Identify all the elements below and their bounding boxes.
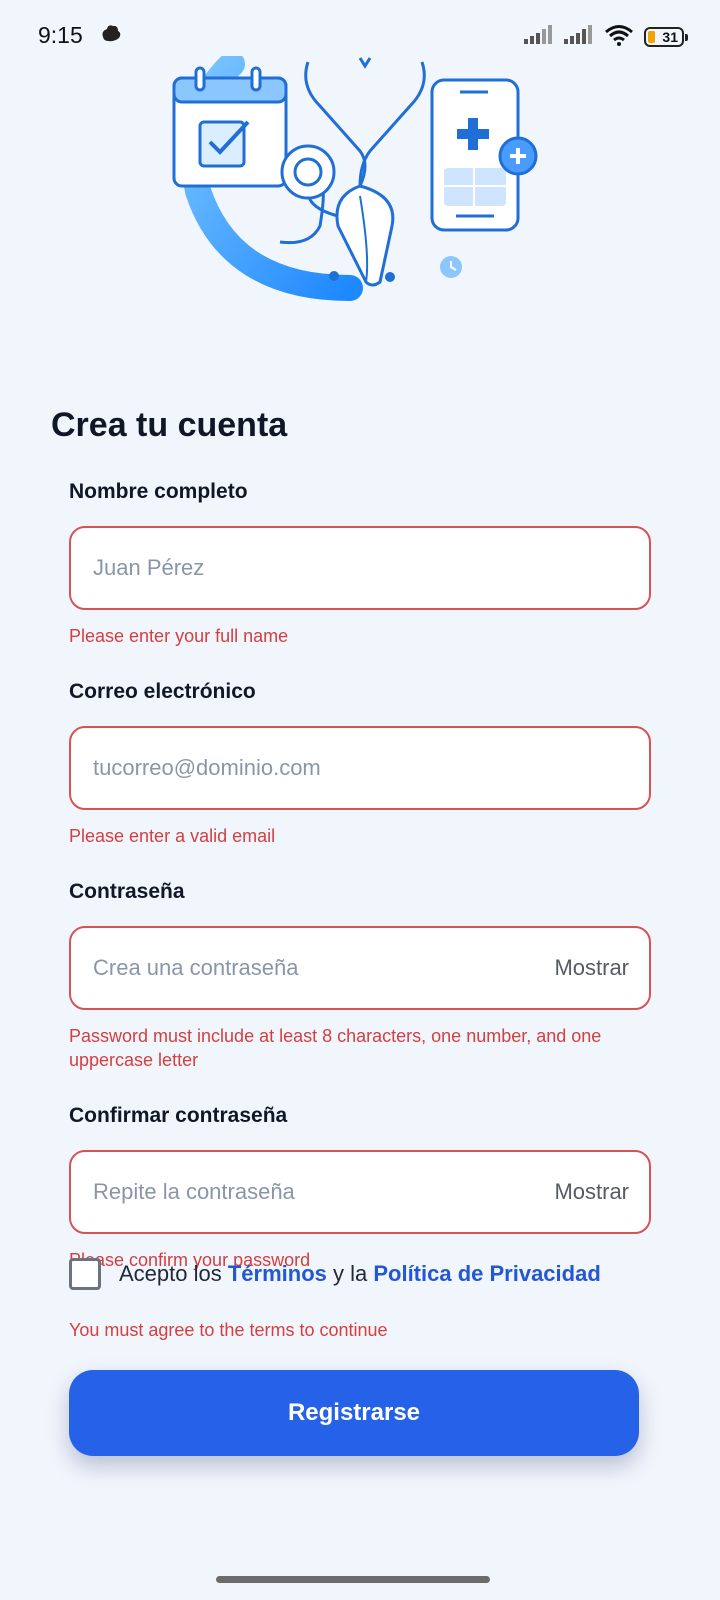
email-group: Correo electrónico Please enter a valid … xyxy=(69,678,651,848)
hero-illustration xyxy=(160,51,560,306)
terms-row: Acepto los Términos y la Política de Pri… xyxy=(69,1258,601,1290)
terms-text: Acepto los Términos y la Política de Pri… xyxy=(119,1261,601,1287)
terms-middle: y la xyxy=(326,1261,374,1286)
battery-icon: 31 xyxy=(644,27,688,47)
full-name-group: Nombre completo Please enter your full n… xyxy=(69,478,651,648)
medical-phone-icon xyxy=(430,78,538,232)
password-field-container: Mostrar xyxy=(69,926,651,1010)
register-form: Nombre completo Please enter your full n… xyxy=(69,478,651,1272)
home-indicator[interactable] xyxy=(216,1576,490,1583)
register-button[interactable]: Registrarse xyxy=(69,1370,639,1456)
confirm-password-group: Confirmar contraseña Mostrar Please conf… xyxy=(69,1102,651,1272)
confirm-password-label: Confirmar contraseña xyxy=(69,1104,288,1127)
email-label: Correo electrónico xyxy=(69,680,256,703)
status-icons: 31 xyxy=(524,24,688,51)
password-group: Contraseña Mostrar Password must include… xyxy=(69,878,651,1072)
full-name-label: Nombre completo xyxy=(69,480,248,503)
email-input[interactable] xyxy=(93,755,629,781)
terms-link[interactable]: Términos xyxy=(228,1261,327,1286)
password-input[interactable] xyxy=(93,955,555,981)
password-error: Password must include at least 8 charact… xyxy=(69,1026,602,1070)
page-title: Crea tu cuenta xyxy=(51,406,288,444)
password-show-toggle[interactable]: Mostrar xyxy=(554,955,629,981)
clock-icon xyxy=(440,256,462,278)
email-field-container xyxy=(69,726,651,810)
confirm-password-field-container: Mostrar xyxy=(69,1150,651,1234)
confirm-password-show-toggle[interactable]: Mostrar xyxy=(554,1179,629,1205)
terms-prefix: Acepto los xyxy=(119,1261,228,1286)
privacy-policy-link[interactable]: Política de Privacidad xyxy=(373,1261,600,1286)
email-error: Please enter a valid email xyxy=(69,826,276,846)
status-time: 9:15 xyxy=(38,22,83,48)
app-notification-icon xyxy=(99,23,123,50)
signal-icon xyxy=(524,24,554,50)
terms-checkbox[interactable] xyxy=(69,1258,101,1290)
calendar-check-icon xyxy=(172,66,288,188)
password-label: Contraseña xyxy=(69,880,185,903)
battery-level: 31 xyxy=(662,29,678,45)
confirm-password-input[interactable] xyxy=(93,1179,555,1205)
signal-icon xyxy=(564,24,594,50)
terms-error: You must agree to the terms to continue xyxy=(69,1320,388,1340)
wifi-icon xyxy=(604,24,634,51)
stethoscope-icon xyxy=(279,57,426,287)
full-name-input[interactable] xyxy=(93,555,629,581)
full-name-error: Please enter your full name xyxy=(69,626,289,646)
full-name-field-container xyxy=(69,526,651,610)
